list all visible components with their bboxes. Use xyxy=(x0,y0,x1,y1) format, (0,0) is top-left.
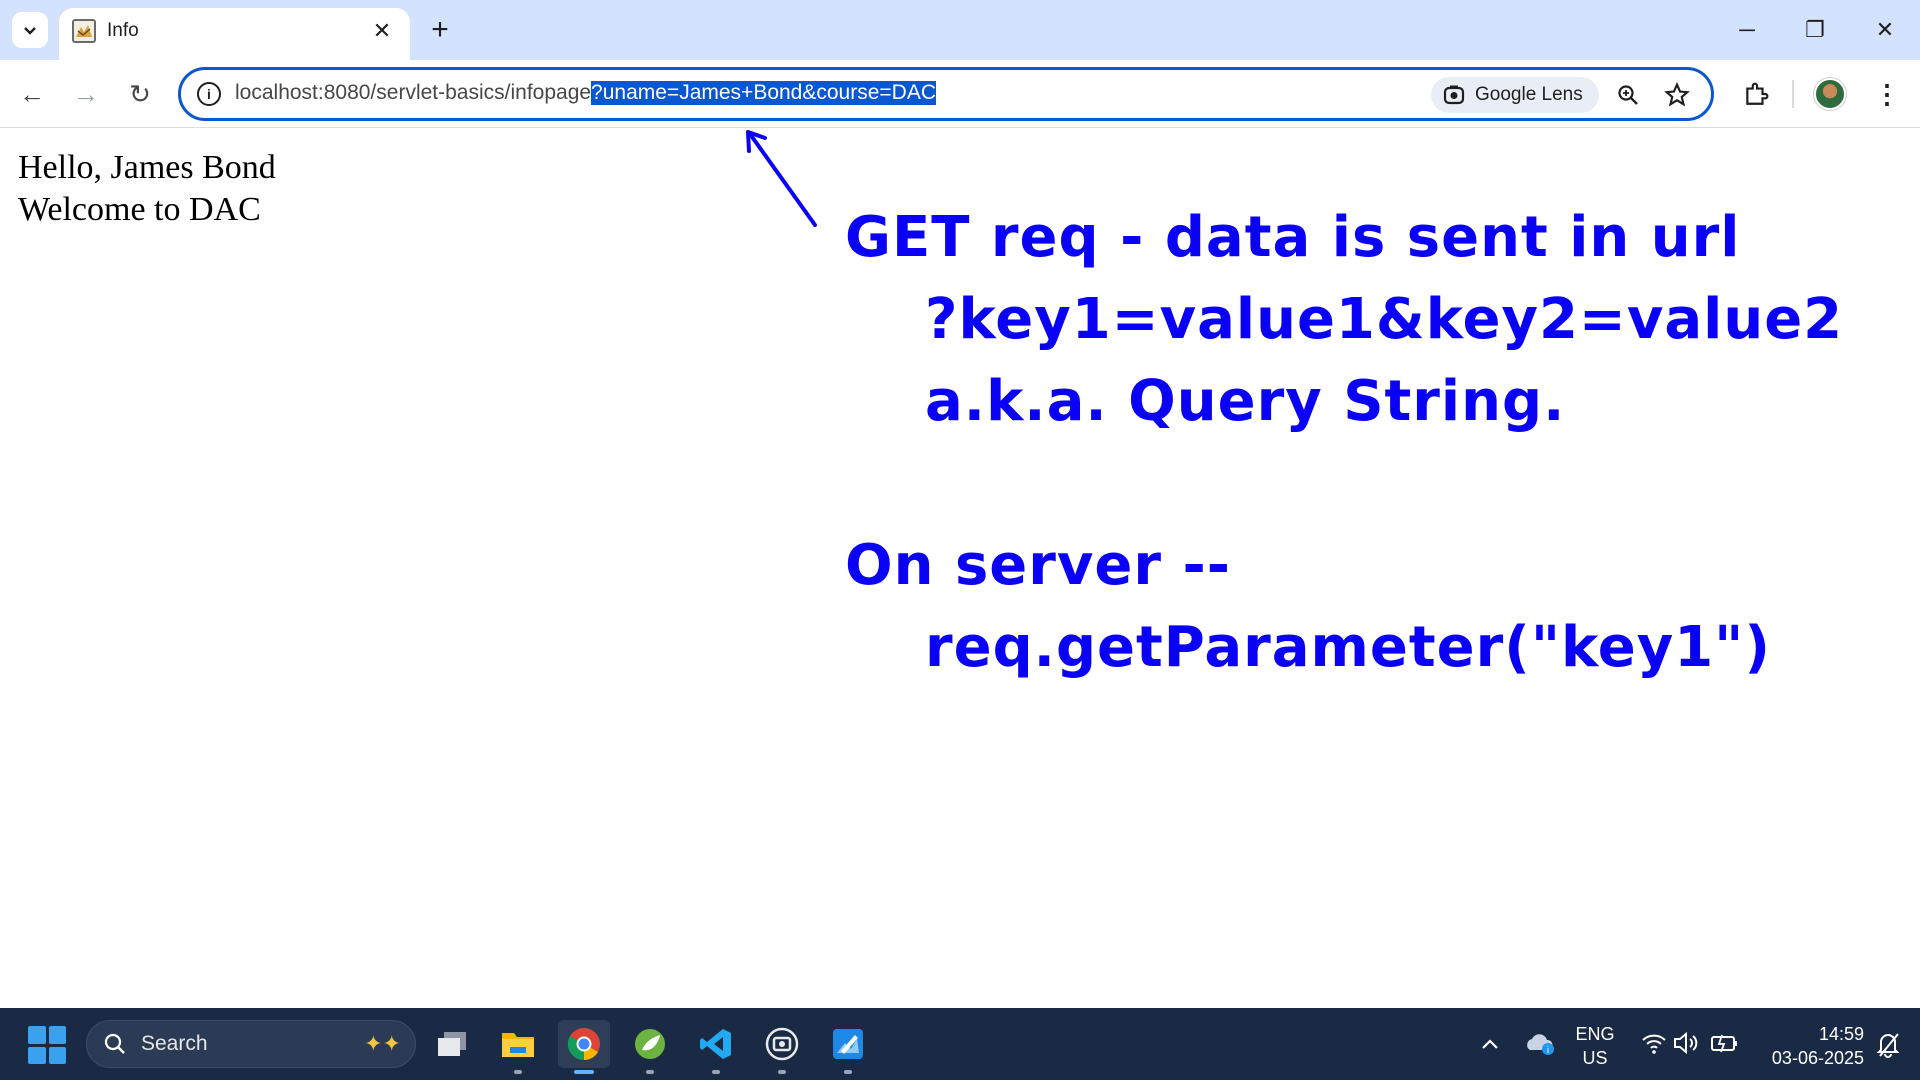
zoom-icon[interactable] xyxy=(1612,79,1644,111)
chevron-down-icon xyxy=(24,27,36,35)
site-info-icon[interactable]: i xyxy=(197,82,221,106)
tab-strip: Info ✕ + ─ ❐ ✕ xyxy=(0,0,1920,60)
taskbar-search-box[interactable]: Search ✦✦ xyxy=(86,1020,416,1068)
google-lens-button[interactable]: Google Lens xyxy=(1431,77,1599,113)
task-view-icon[interactable] xyxy=(426,1020,478,1068)
browser-toolbar: ← → ↻ i localhost:8080/servlet-basics/in… xyxy=(0,60,1920,128)
chrome-icon[interactable] xyxy=(558,1020,610,1074)
greeting-text: Hello, James Bond xyxy=(18,149,276,186)
tab-search-button[interactable] xyxy=(12,12,48,48)
tomcat-favicon-icon xyxy=(72,19,96,43)
tab-close-icon[interactable]: ✕ xyxy=(367,16,397,46)
vscode-icon[interactable] xyxy=(690,1020,742,1074)
browser-tab-info[interactable]: Info ✕ xyxy=(59,8,410,60)
chrome-menu-button[interactable]: ⋮ xyxy=(1870,74,1904,114)
clock[interactable]: 14:59 03-06-2025 xyxy=(1754,1022,1864,1070)
bookmark-star-icon[interactable] xyxy=(1661,79,1693,111)
toolbar-divider xyxy=(1792,80,1794,108)
wifi-icon[interactable] xyxy=(1640,1030,1668,1056)
language-region: US xyxy=(1582,1048,1608,1068)
snipping-tool-icon[interactable] xyxy=(756,1020,808,1074)
annotation-line-3: a.k.a. Query String. xyxy=(925,369,1566,434)
paint-icon[interactable] xyxy=(822,1020,874,1074)
new-tab-button[interactable]: + xyxy=(422,12,458,48)
lens-icon xyxy=(1443,85,1465,105)
search-icon xyxy=(104,1033,125,1054)
notification-bell-icon[interactable] xyxy=(1874,1030,1902,1058)
annotation-line-1: GET req - data is sent in url xyxy=(845,205,1741,270)
volume-icon[interactable] xyxy=(1672,1030,1700,1056)
svg-text:i: i xyxy=(1547,1046,1550,1056)
url-query-selected: ?uname=James+Bond&course=DAC xyxy=(591,81,936,105)
close-window-button[interactable]: ✕ xyxy=(1860,10,1910,50)
back-button[interactable]: ← xyxy=(10,72,54,116)
copilot-sparkle-icon: ✦✦ xyxy=(364,1031,401,1056)
welcome-text: Welcome to DAC xyxy=(18,191,261,228)
input-language-indicator[interactable]: ENG US xyxy=(1570,1022,1620,1070)
battery-icon[interactable] xyxy=(1710,1030,1740,1056)
google-lens-label: Google Lens xyxy=(1475,84,1583,105)
annotation-arrow xyxy=(746,130,817,227)
spring-tools-icon[interactable] xyxy=(624,1020,676,1074)
minimize-button[interactable]: ─ xyxy=(1722,10,1772,50)
clock-time: 14:59 xyxy=(1818,1024,1864,1044)
extensions-icon[interactable] xyxy=(1736,74,1776,114)
tab-title: Info xyxy=(107,20,139,41)
language-code: ENG xyxy=(1575,1024,1615,1044)
file-explorer-icon[interactable] xyxy=(492,1020,544,1074)
onedrive-cloud-icon[interactable]: i xyxy=(1524,1028,1556,1058)
forward-button[interactable]: → xyxy=(64,72,108,116)
windows-start-icon[interactable] xyxy=(28,1026,66,1064)
page-content: Hello, James Bond Welcome to DAC GET req… xyxy=(0,129,1920,1008)
annotation-line-2: ?key1=value1&key2=value2 xyxy=(925,287,1844,352)
windows-taskbar: Search ✦✦ i ENG US 14:59 03-06-2025 xyxy=(0,1008,1920,1080)
annotation-line-4: On server -- xyxy=(845,533,1231,598)
address-bar[interactable]: i localhost:8080/servlet-basics/infopage… xyxy=(178,67,1714,121)
show-hidden-icons-chevron-up-icon[interactable] xyxy=(1476,1030,1504,1058)
url-text[interactable]: localhost:8080/servlet-basics/infopage ?u… xyxy=(235,81,936,105)
url-base: localhost:8080/servlet-basics/infopage xyxy=(235,81,592,104)
taskbar-search-label: Search xyxy=(141,1032,208,1055)
annotation-line-5: req.getParameter("key1") xyxy=(925,615,1771,680)
profile-avatar[interactable] xyxy=(1814,78,1846,110)
clock-date: 03-06-2025 xyxy=(1771,1048,1864,1068)
restore-button[interactable]: ❐ xyxy=(1790,10,1840,50)
reload-button[interactable]: ↻ xyxy=(118,72,162,116)
